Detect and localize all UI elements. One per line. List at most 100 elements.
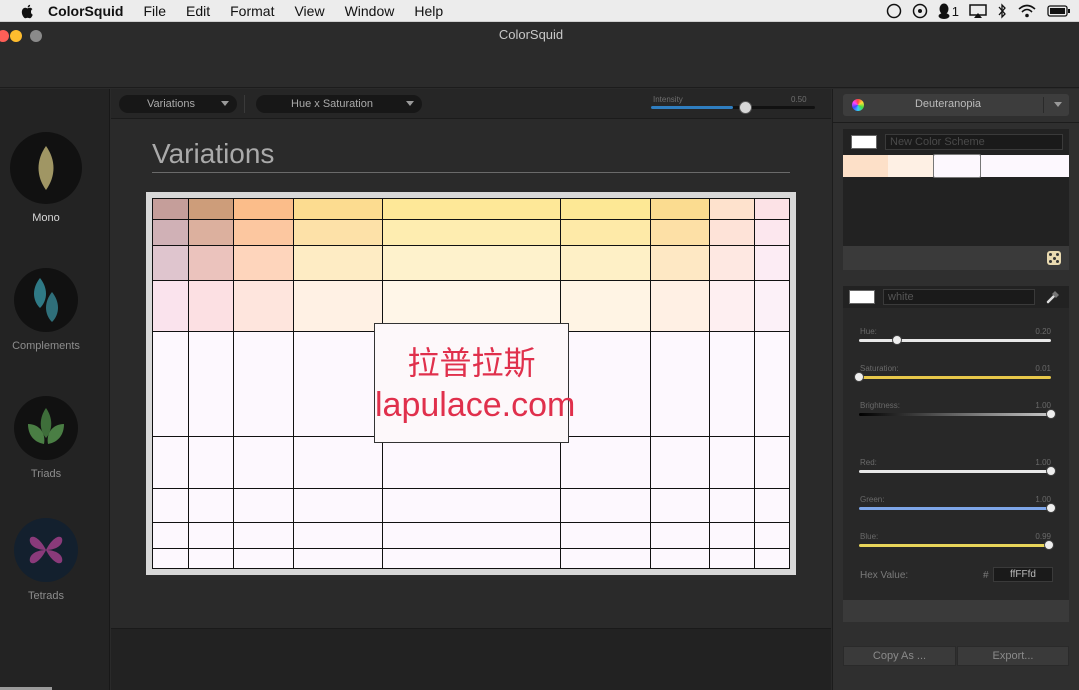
menu-window[interactable]: Window [345, 3, 395, 19]
variation-swatch[interactable] [383, 523, 561, 549]
variation-swatch[interactable] [234, 549, 294, 569]
mode-mono[interactable]: Mono [0, 132, 92, 224]
variation-swatch[interactable] [294, 437, 383, 489]
variation-swatch[interactable] [383, 246, 561, 281]
variation-swatch[interactable] [561, 549, 651, 569]
color-slider-track[interactable] [859, 507, 1051, 510]
variation-swatch[interactable] [651, 437, 710, 489]
variation-swatch[interactable] [710, 199, 755, 220]
variation-swatch[interactable] [234, 437, 294, 489]
variation-swatch[interactable] [383, 437, 561, 489]
variation-swatch[interactable] [189, 489, 234, 523]
mode-tetrads[interactable]: Tetrads [0, 518, 92, 602]
variation-swatch[interactable] [234, 489, 294, 523]
copy-as-button[interactable]: Copy As ... [843, 646, 956, 666]
variation-swatch[interactable] [189, 437, 234, 489]
color-slider-knob[interactable] [892, 335, 903, 345]
variation-swatch[interactable] [651, 246, 710, 281]
variation-swatch[interactable] [561, 437, 651, 489]
variation-swatch[interactable] [234, 281, 294, 332]
menu-file[interactable]: File [143, 3, 166, 19]
mode-popup[interactable]: Variations [119, 95, 237, 113]
variation-swatch[interactable] [755, 281, 790, 332]
menu-view[interactable]: View [294, 3, 324, 19]
color-slider-track[interactable] [859, 413, 1051, 416]
variation-swatch[interactable] [294, 220, 383, 246]
variation-swatch[interactable] [189, 220, 234, 246]
axis-popup[interactable]: Hue x Saturation [256, 95, 422, 113]
variation-swatch[interactable] [234, 246, 294, 281]
variation-swatch[interactable] [755, 489, 790, 523]
variation-swatch[interactable] [189, 332, 234, 437]
variation-swatch[interactable] [710, 549, 755, 569]
variation-swatch[interactable] [294, 332, 383, 437]
variation-swatch[interactable] [710, 246, 755, 281]
variation-swatch[interactable] [153, 246, 189, 281]
wifi-icon[interactable] [1017, 3, 1037, 19]
variation-swatch[interactable] [189, 199, 234, 220]
variation-swatch[interactable] [651, 523, 710, 549]
variation-swatch[interactable] [561, 246, 651, 281]
variation-swatch[interactable] [710, 220, 755, 246]
circle-status-icon[interactable] [886, 3, 902, 19]
variation-swatch[interactable] [153, 437, 189, 489]
variation-swatch[interactable] [294, 199, 383, 220]
hex-value-field[interactable]: ffFFfd [993, 567, 1053, 582]
variation-swatch[interactable] [189, 523, 234, 549]
color-slider-knob[interactable] [1046, 503, 1056, 513]
variation-swatch[interactable] [710, 332, 755, 437]
variation-swatch[interactable] [153, 332, 189, 437]
variation-swatch[interactable] [153, 489, 189, 523]
color-slider-track[interactable] [859, 544, 1051, 547]
color-slider-knob[interactable] [1044, 540, 1055, 550]
intensity-slider-knob[interactable] [738, 101, 752, 114]
mode-triads[interactable]: Triads [0, 396, 92, 480]
color-slider-track[interactable] [859, 339, 1051, 342]
variation-swatch[interactable] [651, 220, 710, 246]
variation-swatch[interactable] [651, 489, 710, 523]
variation-swatch[interactable] [234, 220, 294, 246]
variation-swatch[interactable] [294, 523, 383, 549]
variation-swatch[interactable] [651, 281, 710, 332]
variation-swatch[interactable] [561, 220, 651, 246]
variation-swatch[interactable] [189, 549, 234, 569]
menu-help[interactable]: Help [414, 3, 443, 19]
variation-swatch[interactable] [189, 246, 234, 281]
variation-swatch[interactable] [651, 332, 710, 437]
color-slider-track[interactable] [859, 470, 1051, 473]
mode-complements[interactable]: Complements [0, 268, 92, 352]
scheme-swatch[interactable] [843, 155, 888, 177]
color-well[interactable] [849, 290, 875, 304]
variation-swatch[interactable] [755, 199, 790, 220]
circle-status-icon-2[interactable] [912, 3, 928, 19]
variation-swatch[interactable] [294, 489, 383, 523]
variation-swatch[interactable] [651, 199, 710, 220]
variation-swatch[interactable] [383, 549, 561, 569]
variation-swatch[interactable] [153, 199, 189, 220]
variation-swatch[interactable] [234, 332, 294, 437]
scheme-swatch[interactable] [888, 155, 933, 177]
apple-icon[interactable] [20, 3, 36, 19]
variation-swatch[interactable] [755, 332, 790, 437]
dice-icon[interactable] [1047, 251, 1061, 265]
variation-swatch[interactable] [383, 220, 561, 246]
variation-swatch[interactable] [153, 220, 189, 246]
intensity-slider[interactable] [651, 101, 815, 114]
menu-app-name[interactable]: ColorSquid [48, 3, 123, 19]
variation-swatch[interactable] [561, 523, 651, 549]
variation-swatch[interactable] [710, 437, 755, 489]
variation-swatch[interactable] [755, 220, 790, 246]
variation-swatch[interactable] [234, 523, 294, 549]
airplay-icon[interactable] [969, 3, 987, 19]
variation-swatch[interactable] [294, 549, 383, 569]
variation-swatch[interactable] [189, 281, 234, 332]
eyedropper-icon[interactable] [1045, 289, 1061, 305]
menu-format[interactable]: Format [230, 3, 274, 19]
menu-edit[interactable]: Edit [186, 3, 210, 19]
battery-icon[interactable] [1047, 3, 1071, 19]
variation-swatch[interactable] [153, 523, 189, 549]
bluetooth-icon[interactable] [997, 3, 1007, 19]
variation-swatch[interactable] [710, 489, 755, 523]
scheme-swatch[interactable] [1025, 155, 1069, 177]
variation-swatch[interactable] [755, 523, 790, 549]
